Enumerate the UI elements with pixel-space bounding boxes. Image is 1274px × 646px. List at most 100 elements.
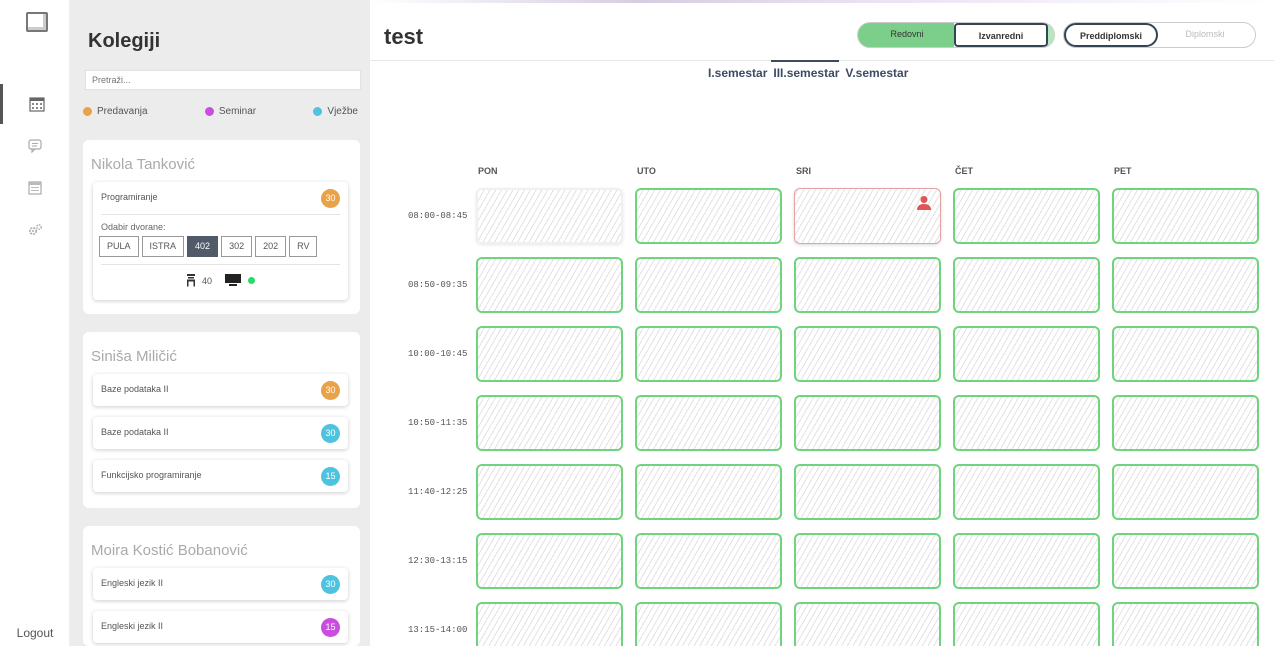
- hall-button-rv[interactable]: RV: [289, 236, 318, 257]
- time-slot-label: 12:30-13:15: [408, 556, 468, 566]
- schedule-slot[interactable]: [635, 602, 782, 646]
- legend-item-seminar: Seminar: [204, 106, 256, 117]
- course-card-expanded[interactable]: Programiranje 30 Odabir dvorane: PULA IS…: [93, 182, 348, 300]
- app-root: Logout Kolegiji Predavanja Seminar Vježb…: [0, 0, 1274, 646]
- schedule-slot[interactable]: [794, 257, 941, 313]
- calendar-icon[interactable]: [0, 84, 70, 124]
- monitor-icon: [225, 274, 241, 286]
- hall-button-402[interactable]: 402: [187, 236, 219, 257]
- course-name: Engleski jezik II: [101, 621, 164, 631]
- toggle-option-redovni[interactable]: Redovni: [860, 23, 954, 47]
- course-card[interactable]: Engleski jezik II 15: [93, 611, 348, 643]
- logout-link[interactable]: Logout: [0, 626, 70, 640]
- app-logo-icon[interactable]: [26, 12, 48, 32]
- schedule-slot[interactable]: [794, 464, 941, 520]
- schedule-icon[interactable]: [0, 168, 70, 208]
- time-slot-label: 10:00-10:45: [408, 349, 468, 359]
- schedule-slot[interactable]: [794, 326, 941, 382]
- schedule-slot[interactable]: [476, 533, 623, 589]
- student-count-badge: 30: [321, 189, 340, 208]
- top-accent-line: [370, 0, 1274, 3]
- room-equipment: 40: [93, 274, 348, 287]
- time-slot-label: 08:50-09:35: [408, 280, 468, 290]
- hall-label: Odabir dvorane:: [101, 222, 166, 232]
- teacher-name: Siniša Miličić: [91, 348, 177, 365]
- hall-button-302[interactable]: 302: [221, 236, 253, 257]
- schedule-slot[interactable]: [1112, 326, 1259, 382]
- tab-semester-3[interactable]: III.semestar: [771, 60, 840, 80]
- schedule-slot[interactable]: [635, 464, 782, 520]
- student-count-badge: 30: [321, 381, 340, 400]
- day-header: PON: [478, 166, 498, 176]
- chat-icon[interactable]: [0, 126, 70, 166]
- schedule-slot[interactable]: [953, 257, 1100, 313]
- schedule-slot[interactable]: [635, 395, 782, 451]
- schedule-slot[interactable]: [476, 188, 623, 244]
- course-card[interactable]: Baze podataka II 30: [93, 417, 348, 449]
- schedule-slot[interactable]: [476, 464, 623, 520]
- course-name: Baze podataka II: [101, 427, 169, 437]
- search-input[interactable]: [85, 70, 361, 90]
- course-card[interactable]: Engleski jezik II 30: [93, 568, 348, 600]
- schedule-slot[interactable]: [1112, 602, 1259, 646]
- schedule-slot[interactable]: [476, 257, 623, 313]
- schedule-slot[interactable]: [1112, 257, 1259, 313]
- time-slot-label: 08:00-08:45: [408, 211, 468, 221]
- type-legend: Predavanja Seminar Vježbe: [83, 106, 358, 117]
- course-name: Programiranje: [101, 192, 158, 202]
- toggle-option-izvanredni[interactable]: Izvanredni: [954, 23, 1048, 47]
- schedule-slot[interactable]: [953, 395, 1100, 451]
- schedule-slot[interactable]: [476, 326, 623, 382]
- schedule-slot[interactable]: [794, 395, 941, 451]
- hall-button-pula[interactable]: PULA: [99, 236, 139, 257]
- schedule-slot[interactable]: [794, 602, 941, 646]
- page-title: test: [384, 24, 424, 49]
- student-count-badge: 15: [321, 618, 340, 637]
- schedule-slot[interactable]: [794, 188, 941, 244]
- tab-semester-1[interactable]: I.semestar: [708, 66, 767, 80]
- schedule-slot[interactable]: [635, 188, 782, 244]
- schedule-slot[interactable]: [953, 326, 1100, 382]
- teacher-name: Nikola Tanković: [91, 156, 195, 173]
- seat-count: 40: [201, 275, 212, 286]
- schedule-slot[interactable]: [794, 533, 941, 589]
- schedule-slot[interactable]: [1112, 395, 1259, 451]
- student-count-badge: 30: [321, 575, 340, 594]
- schedule-slot[interactable]: [476, 602, 623, 646]
- hall-button-202[interactable]: 202: [255, 236, 287, 257]
- day-header: SRI: [796, 166, 812, 176]
- course-name: Funkcijsko programiranje: [101, 470, 202, 480]
- divider: [101, 264, 340, 265]
- student-count-badge: 30: [321, 424, 340, 443]
- toggle-option-diplomski[interactable]: Diplomski: [1158, 23, 1252, 47]
- legend-item-predavanja: Predavanja: [83, 106, 148, 117]
- course-card[interactable]: Baze podataka II 30: [93, 374, 348, 406]
- schedule-slot[interactable]: [953, 464, 1100, 520]
- panel-title: Kolegiji: [88, 30, 161, 52]
- schedule-slot[interactable]: [635, 533, 782, 589]
- course-name: Baze podataka II: [101, 384, 169, 394]
- schedule-slot[interactable]: [476, 395, 623, 451]
- schedule-slot[interactable]: [953, 602, 1100, 646]
- settings-gears-icon[interactable]: [0, 210, 70, 250]
- schedule-slot[interactable]: [953, 533, 1100, 589]
- schedule-slot[interactable]: [1112, 464, 1259, 520]
- teacher-card: Moira Kostić Bobanović Engleski jezik II…: [83, 526, 360, 646]
- nav-rail: Logout: [0, 0, 70, 646]
- schedule-slot[interactable]: [953, 188, 1100, 244]
- course-card[interactable]: Funkcijsko programiranje 15: [93, 460, 348, 492]
- person-icon: [917, 196, 931, 210]
- orange-dot-icon: [83, 107, 92, 116]
- schedule-slot[interactable]: [1112, 188, 1259, 244]
- schedule-slot[interactable]: [1112, 533, 1259, 589]
- hall-button-istra[interactable]: ISTRA: [141, 236, 185, 257]
- student-count-badge: 15: [321, 467, 340, 486]
- hall-options: PULA ISTRA 402 302 202 RV: [99, 236, 318, 257]
- chair-icon: [186, 274, 195, 287]
- tab-semester-5[interactable]: V.semestar: [845, 66, 908, 80]
- toggle-option-preddiplomski[interactable]: Preddiplomski: [1064, 23, 1158, 47]
- schedule-slot[interactable]: [635, 257, 782, 313]
- teacher-name: Moira Kostić Bobanović: [91, 542, 248, 559]
- schedule-slot[interactable]: [635, 326, 782, 382]
- day-header: ČET: [955, 166, 973, 176]
